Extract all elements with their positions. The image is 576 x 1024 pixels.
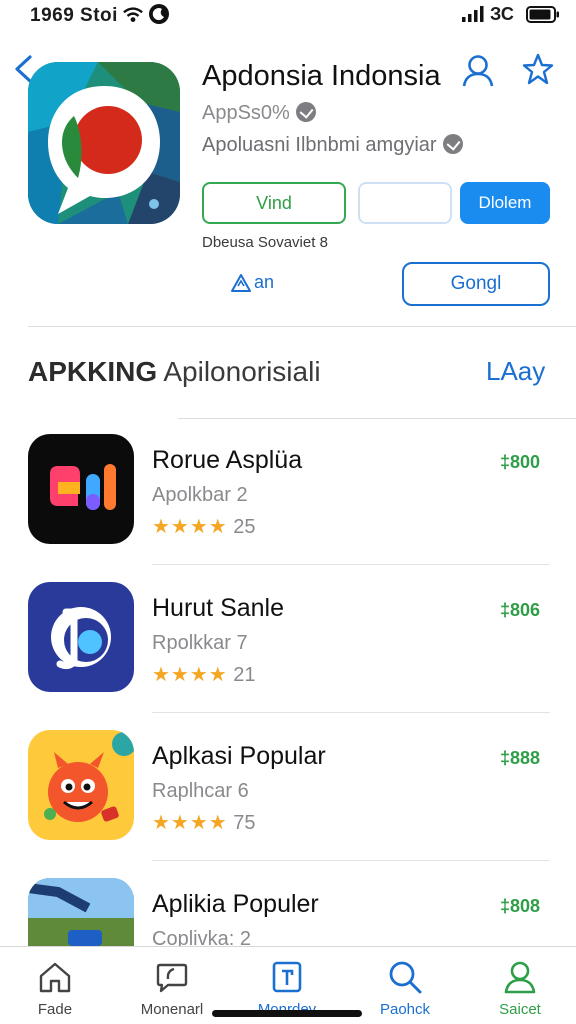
developer-name: Dbeusa Sovaviet 8 <box>202 234 328 251</box>
app-title: Apdonsia Indonsia <box>202 60 441 92</box>
tab-monenarl[interactable]: Monenarl <box>117 957 227 1021</box>
tab-paohck[interactable]: Paohck <box>350 957 460 1021</box>
tab-saicet[interactable]: Saicet <box>465 957 575 1021</box>
favorite-star-icon[interactable] <box>522 52 554 86</box>
app-category-text: Apoluasni Ilbnbmi amgyiar <box>202 134 437 156</box>
tab-label: Paohck <box>379 1001 431 1018</box>
status-bar: 1969 Stoi ЗС <box>0 0 576 32</box>
app-rating: ★★★★ 25 <box>152 514 256 539</box>
empty-button[interactable] <box>358 182 452 224</box>
rating-count: 75 <box>233 812 256 834</box>
app-icon <box>28 62 180 224</box>
warning-link-label: an <box>254 272 275 292</box>
app-price[interactable]: ‡806 <box>500 600 540 621</box>
list-item[interactable]: Aplkasi Popular Raplhcar 6 ★★★★ 75 ‡888 <box>0 730 576 861</box>
app-name: Aplikia Populer <box>152 890 319 918</box>
chat-icon <box>156 963 188 993</box>
section-title: APKKING Apilonorisiali <box>28 356 321 388</box>
app-name: Hurut Sanle <box>152 594 285 622</box>
warning-link[interactable]: an <box>230 272 274 293</box>
app-subtitle-text: AppSs0% <box>202 102 290 124</box>
app-price[interactable]: ‡800 <box>500 452 540 473</box>
tab-label: Saicet <box>499 1001 541 1018</box>
see-all-link[interactable]: LAay <box>486 356 545 387</box>
app-name: Aplkasi Popular <box>152 742 326 770</box>
rating-stars-icon: ★★★★ <box>152 812 228 834</box>
rating-stars-icon: ★★★★ <box>152 516 228 538</box>
divider <box>152 564 550 565</box>
divider <box>152 860 550 861</box>
apps-icon <box>272 961 302 993</box>
app-subtitle: AppSs0% <box>202 102 316 125</box>
list-item[interactable]: Rorue Asplüa Apolkbar 2 ★★★★ 25 ‡800 <box>0 434 576 565</box>
app-price[interactable]: ‡888 <box>500 748 540 769</box>
person-icon <box>504 961 536 994</box>
tab-label: Monenarl <box>140 1001 204 1018</box>
wifi-icon <box>123 7 143 22</box>
list-item[interactable]: Hurut Sanle Rpolkkar 7 ★★★★ 21 ‡806 <box>0 582 576 713</box>
divider <box>152 712 550 713</box>
divider <box>28 326 576 327</box>
tab-label: Fade <box>37 1001 73 1018</box>
battery-icon <box>526 6 559 23</box>
divider <box>178 418 576 419</box>
app-icon-2 <box>28 582 134 692</box>
app-category: Apolkbar 2 <box>152 484 248 506</box>
app-category: Rpolkkar 7 <box>152 632 248 654</box>
rating-stars-icon: ★★★★ <box>152 664 228 686</box>
account-icon[interactable] <box>460 52 496 88</box>
section-title-bold: APKKING <box>28 356 158 387</box>
verified-badge-icon <box>442 134 463 154</box>
network-type: ЗС <box>490 4 514 24</box>
rating-count: 21 <box>233 664 256 686</box>
app-rating: ★★★★ 75 <box>152 810 256 835</box>
signal-icon <box>462 6 484 22</box>
app-price[interactable]: ‡808 <box>500 896 540 917</box>
verified-badge-icon <box>295 102 316 122</box>
gongl-button[interactable]: Gongl <box>402 262 550 306</box>
app-icon-3 <box>28 730 134 840</box>
app-rating: ★★★★ 21 <box>152 662 256 687</box>
vind-button[interactable]: Vind <box>202 182 346 224</box>
download-button[interactable]: Dlolem <box>460 182 550 224</box>
search-icon <box>389 961 422 994</box>
home-indicator[interactable] <box>212 1010 362 1017</box>
home-icon <box>39 962 71 993</box>
status-time: 1969 Stoi <box>30 5 118 26</box>
app-category: Apoluasni Ilbnbmi amgyiar <box>202 134 463 157</box>
app-category: Raplhcar 6 <box>152 780 249 802</box>
rating-count: 25 <box>233 516 256 538</box>
warning-icon <box>231 273 251 292</box>
app-icon-1 <box>28 434 134 544</box>
app-name: Rorue Asplüa <box>152 446 303 474</box>
section-title-rest: Apilonorisiali <box>163 356 321 387</box>
tab-fade[interactable]: Fade <box>0 957 110 1021</box>
focus-mode-icon <box>149 4 169 24</box>
